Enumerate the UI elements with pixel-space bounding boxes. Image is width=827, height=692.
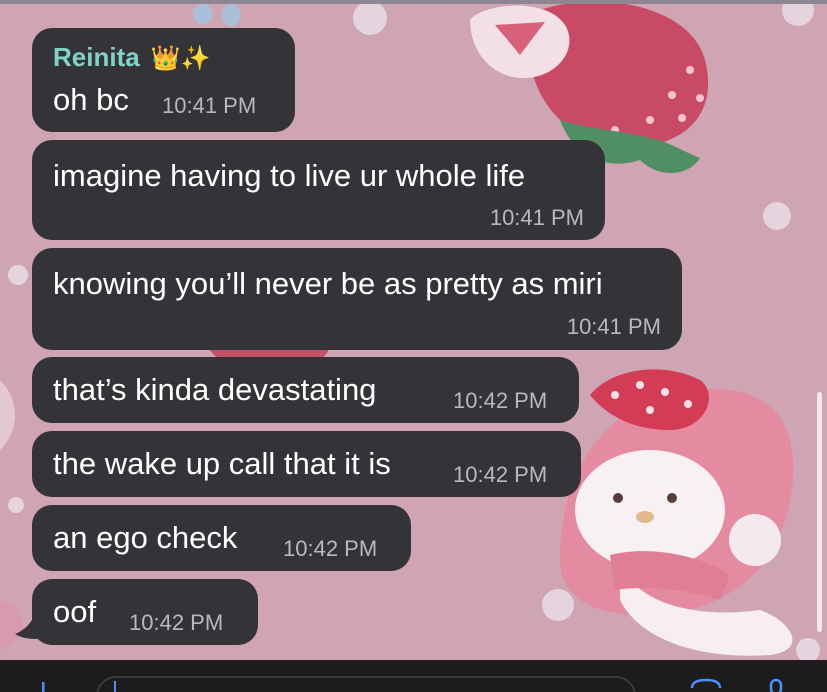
message-bubble[interactable]: knowing you’ll never be as pretty as mir… [32, 248, 682, 350]
message-text: that’s kinda devastating [53, 372, 377, 407]
message-input-field[interactable] [96, 676, 636, 692]
scroll-indicator[interactable] [817, 392, 822, 632]
sender-name-label: Reinita [53, 42, 140, 72]
text-cursor [114, 681, 116, 692]
message-bubble[interactable]: the wake up call that it is 10:42 PM [32, 431, 581, 497]
microphone-icon[interactable] [764, 678, 788, 692]
message-input-bar [0, 660, 827, 692]
top-edge [0, 0, 827, 4]
message-text: imagine having to live ur whole life [53, 158, 526, 193]
message-text: the wake up call that it is [53, 446, 391, 481]
message-bubble[interactable]: Reinita 👑✨ oh bc 10:41 PM [32, 28, 295, 132]
message-timestamp: 10:41 PM [162, 93, 257, 118]
plus-icon[interactable] [30, 680, 56, 692]
message-bubble[interactable]: an ego check 10:42 PM [32, 505, 411, 571]
message-text: knowing you’ll never be as pretty as mir… [53, 266, 603, 301]
message-bubble[interactable]: imagine having to live ur whole life 10:… [32, 140, 605, 240]
camera-icon[interactable] [688, 678, 724, 692]
crown-sparkles-icon: 👑✨ [150, 45, 211, 72]
message-timestamp: 10:41 PM [566, 314, 661, 339]
message-timestamp: 10:41 PM [489, 205, 584, 230]
message-text: oof [53, 594, 97, 629]
message-timestamp: 10:42 PM [453, 462, 548, 487]
message-bubble[interactable]: oof 10:42 PM [32, 579, 258, 645]
chat-screen: Reinita 👑✨ oh bc 10:41 PM imagine having… [0, 0, 827, 692]
message-timestamp: 10:42 PM [283, 536, 378, 561]
message-timestamp: 10:42 PM [129, 610, 224, 635]
message-bubble[interactable]: that’s kinda devastating 10:42 PM [32, 357, 579, 423]
message-text: oh bc [53, 82, 129, 117]
sender-name[interactable]: Reinita 👑✨ [53, 42, 211, 73]
message-text: an ego check [53, 520, 238, 555]
message-timestamp: 10:42 PM [453, 388, 548, 413]
